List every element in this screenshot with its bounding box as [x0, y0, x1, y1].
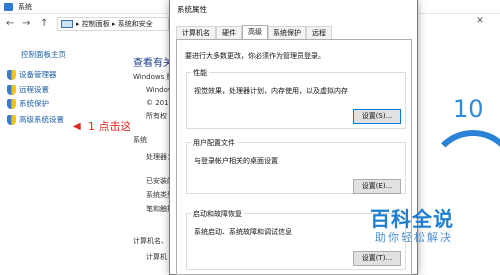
startup-recovery-desc: 系统启动、系统故障和调试信息 [194, 228, 292, 236]
tab-advanced[interactable]: 高级 [242, 25, 268, 39]
system-info-heading: 查看有关 [133, 58, 173, 69]
startup-recovery-title: 启动和故障恢复 [191, 209, 244, 219]
user-profiles-settings-button[interactable]: 设置(E)... [353, 179, 401, 194]
annotation-arrow-icon: ◀ [73, 121, 81, 132]
windows-10-logo: 10 [453, 95, 484, 123]
back-arrow-icon[interactable]: ← [6, 18, 14, 29]
dialog-title: 系统属性 [177, 5, 207, 14]
close-icon[interactable]: ✕ [470, 16, 490, 30]
system-icon [4, 3, 13, 11]
tab-remote[interactable]: 远程 [306, 26, 332, 39]
dialog-titlebar: 系统属性 [170, 0, 417, 20]
forward-arrow-icon[interactable]: → [22, 18, 30, 29]
shield-icon [7, 99, 16, 109]
remote-settings-link[interactable]: 远程设置 [7, 84, 49, 96]
user-profiles-desc: 与登录帐户相关的桌面设置 [194, 157, 278, 165]
address-path: ▸ 控制面板 ▸ 系统和安全 [76, 20, 153, 28]
performance-desc: 视觉效果，处理器计划，内存使用，以及虚拟内存 [194, 87, 348, 95]
info-line: 系统 [133, 136, 147, 144]
system-protection-link[interactable]: 系统保护 [7, 98, 49, 110]
user-profiles-title: 用户配置文件 [191, 138, 237, 148]
user-profiles-group: 用户配置文件 与登录帐户相关的桌面设置 设置(E)... [186, 138, 406, 194]
watermark-slogan: 助你轻松解决 [375, 231, 453, 244]
admin-note: 要进行大多数更改，你必须作为管理员登录。 [185, 52, 325, 60]
info-line: 计算机 [146, 253, 167, 261]
tab-hardware[interactable]: 硬件 [216, 26, 242, 39]
info-line: Windows 版 [133, 73, 174, 81]
info-line: 计算机名、 [133, 237, 168, 245]
info-line: 所有权 [146, 112, 167, 120]
shield-icon [7, 115, 16, 125]
watermark-brand: 百科全说 [370, 207, 454, 231]
tab-system-protection[interactable]: 系统保护 [268, 26, 306, 39]
shield-icon [7, 70, 16, 80]
startup-recovery-settings-button[interactable]: 设置(T)... [353, 251, 401, 266]
up-arrow-icon[interactable]: ↑ [40, 18, 48, 29]
performance-settings-button[interactable]: 设置(S)... [353, 109, 401, 124]
tab-computer-name[interactable]: 计算机名 [176, 26, 216, 39]
performance-group: 性能 视觉效果，处理器计划，内存使用，以及虚拟内存 设置(S)... [186, 68, 406, 129]
shield-icon [7, 85, 16, 95]
performance-title: 性能 [191, 68, 209, 78]
control-panel-icon [61, 20, 73, 28]
left-nav-panel: 控制面板主页 设备管理器 远程设置 系统保护 高级系统设置 [0, 34, 130, 275]
control-panel-home-link[interactable]: 控制面板主页 [21, 49, 66, 60]
system-window-title: 系统 [18, 3, 32, 11]
device-manager-link[interactable]: 设备管理器 [7, 69, 57, 81]
advanced-system-settings-link[interactable]: 高级系统设置 [7, 114, 64, 126]
address-bar[interactable]: ▸ 控制面板 ▸ 系统和安全 [57, 17, 169, 31]
